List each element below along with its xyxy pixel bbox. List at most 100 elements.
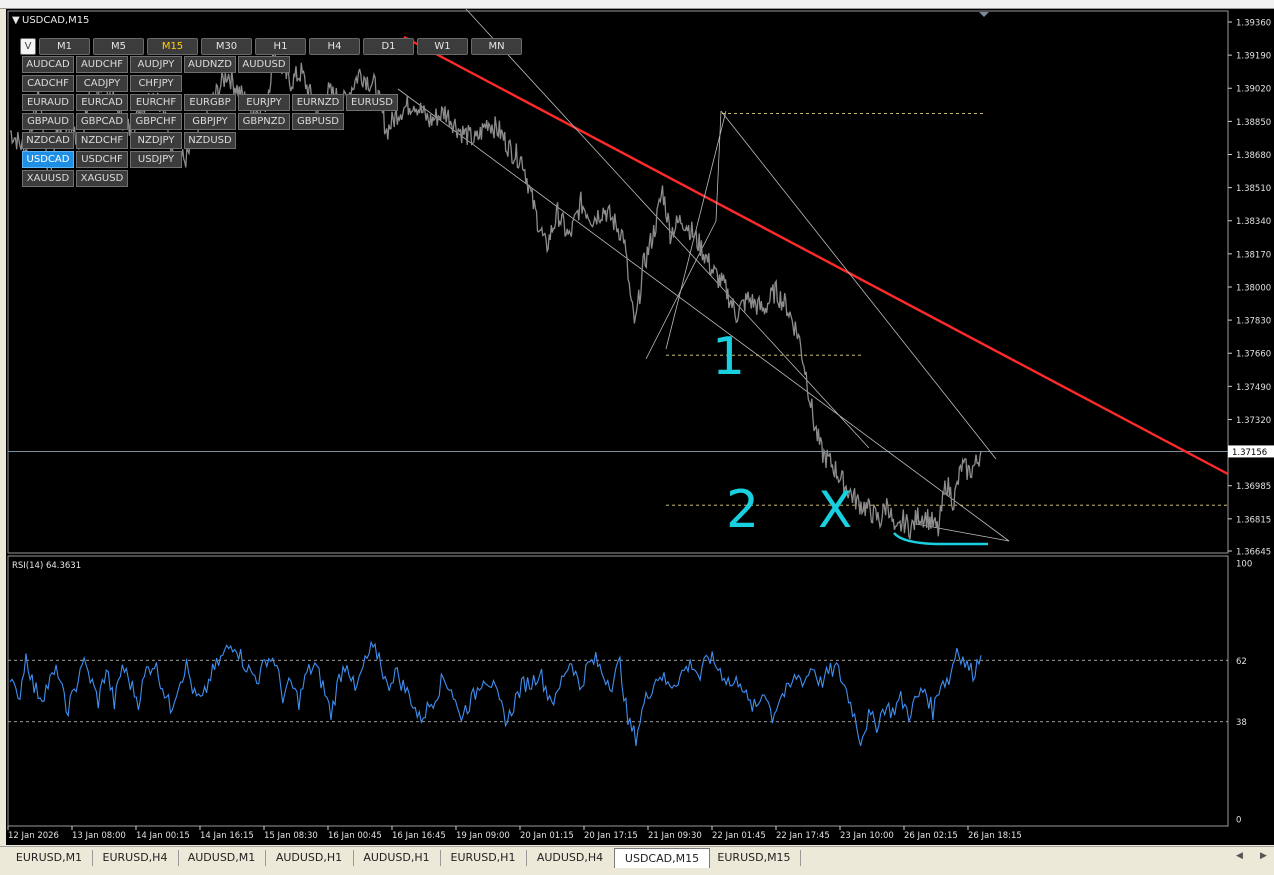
time-tick-label: 20 Jan 01:15 xyxy=(520,831,574,841)
price-tick-label: 1.37660 xyxy=(1236,350,1271,360)
chart-tab[interactable]: EURUSD,H1 xyxy=(440,850,527,866)
symbol-button-gbpusd[interactable]: GBPUSD xyxy=(292,113,344,130)
symbol-button-chfjpy[interactable]: CHFJPY xyxy=(130,75,182,92)
chart-tab[interactable]: EURUSD,M15 xyxy=(708,850,801,866)
chart-tab[interactable]: AUDUSD,H4 xyxy=(526,850,615,866)
symbol-button-gbpjpy[interactable]: GBPJPY xyxy=(184,113,236,130)
annotation-1: 1 xyxy=(712,327,745,387)
price-tick-label: 1.38000 xyxy=(1236,283,1271,293)
timeframe-bar: V M1 M5 M15 M30 H1 H4 D1 W1 MN xyxy=(20,38,522,55)
current-price-label: 1.37156 xyxy=(1232,448,1267,458)
annotation-x: X xyxy=(818,481,852,539)
timeframe-button-mn[interactable]: MN xyxy=(471,38,522,55)
symbol-button-eurcad[interactable]: EURCAD xyxy=(76,94,128,111)
rsi-tick-label: 100 xyxy=(1236,560,1252,570)
symbol-button-nzdchf[interactable]: NZDCHF xyxy=(76,132,128,149)
timeframe-button-m5[interactable]: M5 xyxy=(93,38,144,55)
time-tick-label: 19 Jan 09:00 xyxy=(456,831,510,841)
symbol-button-usdchf[interactable]: USDCHF xyxy=(76,151,128,168)
price-tick-label: 1.39190 xyxy=(1236,52,1271,62)
rsi-label: RSI(14) 64.3631 xyxy=(12,561,81,571)
price-tick-label: 1.36815 xyxy=(1236,515,1271,525)
symbol-button-eurchf[interactable]: EURCHF xyxy=(130,94,182,111)
price-tick-label: 1.38510 xyxy=(1236,184,1271,194)
symbol-button-audjpy[interactable]: AUDJPY xyxy=(130,56,182,73)
symbol-button-audcad[interactable]: AUDCAD xyxy=(22,56,74,73)
timeframe-button-h1[interactable]: H1 xyxy=(255,38,306,55)
symbol-grid: AUDCAD AUDCHF AUDJPY AUDNZD AUDUSD CADCHF CADJ… xyxy=(22,56,402,189)
chart-tab[interactable]: USDCAD,M15 xyxy=(614,848,710,868)
time-tick-label: 13 Jan 08:00 xyxy=(72,831,126,841)
chart-tab[interactable]: AUDUSD,H1 xyxy=(265,850,354,866)
symbol-button-eurgbp[interactable]: EURGBP xyxy=(184,94,236,111)
price-tick-label: 1.39360 xyxy=(1236,19,1271,29)
timeframe-button-m30[interactable]: M30 xyxy=(201,38,252,55)
symbol-button-nzdjpy[interactable]: NZDJPY xyxy=(130,132,182,149)
tab-scroll-right-icon[interactable]: ▶ xyxy=(1260,851,1267,861)
symbol-button-audnzd[interactable]: AUDNZD xyxy=(184,56,236,73)
timeframe-button-m15[interactable]: M15 xyxy=(147,38,198,55)
symbol-row: CADCHF CADJPY CHFJPY xyxy=(22,75,402,92)
rsi-tick-label: 38 xyxy=(1236,718,1247,728)
symbol-row: AUDCAD AUDCHF AUDJPY AUDNZD AUDUSD xyxy=(22,56,402,73)
chart-title: USDCAD,M15 xyxy=(22,15,89,26)
symbol-button-euraud[interactable]: EURAUD xyxy=(22,94,74,111)
toolbar-strip xyxy=(0,0,1274,9)
symbol-button-gbpnzd[interactable]: GBPNZD xyxy=(238,113,290,130)
collapse-toolbar-button[interactable]: V xyxy=(20,38,36,55)
symbol-button-audchf[interactable]: AUDCHF xyxy=(76,56,128,73)
chart-tab[interactable]: AUDUSD,H1 xyxy=(353,850,441,866)
time-tick-label: 20 Jan 17:15 xyxy=(584,831,638,841)
time-tick-label: 26 Jan 18:15 xyxy=(968,831,1022,841)
price-tick-label: 1.38680 xyxy=(1236,151,1271,161)
symbol-button-nzdusd[interactable]: NZDUSD xyxy=(184,132,236,149)
symbol-button-eurnzd[interactable]: EURNZD xyxy=(292,94,344,111)
time-tick-label: 26 Jan 02:15 xyxy=(904,831,958,841)
price-tick-label: 1.36645 xyxy=(1236,548,1271,558)
symbol-button-xauusd[interactable]: XAUUSD xyxy=(22,170,74,187)
price-tick-label: 1.39020 xyxy=(1236,85,1271,95)
symbol-row: EURAUD EURCAD EURCHF EURGBP EURJPY EURNZD EURU… xyxy=(22,94,402,111)
symbol-button-cadchf[interactable]: CADCHF xyxy=(22,75,74,92)
rsi-tick-label: 0 xyxy=(1236,816,1241,826)
timeframe-button-m1[interactable]: M1 xyxy=(39,38,90,55)
price-tick-label: 1.36985 xyxy=(1236,482,1271,492)
symbol-button-eurusd[interactable]: EURUSD xyxy=(346,94,398,111)
time-tick-label: 14 Jan 00:15 xyxy=(136,831,190,841)
symbol-button-eurjpy[interactable]: EURJPY xyxy=(238,94,290,111)
price-tick-label: 1.37490 xyxy=(1236,383,1271,393)
symbol-button-gbpchf[interactable]: GBPCHF xyxy=(130,113,182,130)
price-tick-label: 1.38850 xyxy=(1236,118,1271,128)
timeframe-button-h4[interactable]: H4 xyxy=(309,38,360,55)
chart-tab[interactable]: EURUSD,M1 xyxy=(6,850,93,866)
time-tick-label: 12 Jan 2026 xyxy=(8,831,59,841)
chart-tab[interactable]: AUDUSD,M1 xyxy=(178,850,266,866)
symbol-row: GBPAUD GBPCAD GBPCHF GBPJPY GBPNZD GBPUSD xyxy=(22,113,402,130)
time-tick-label: 21 Jan 09:30 xyxy=(648,831,702,841)
symbol-button-gbpaud[interactable]: GBPAUD xyxy=(22,113,74,130)
time-tick-label: 22 Jan 01:45 xyxy=(712,831,766,841)
symbol-button-audusd[interactable]: AUDUSD xyxy=(238,56,290,73)
time-tick-label: 16 Jan 16:45 xyxy=(392,831,446,841)
symbol-row: NZDCAD NZDCHF NZDJPY NZDUSD xyxy=(22,132,402,149)
symbol-button-usdcad[interactable]: USDCAD xyxy=(22,151,74,168)
price-tick-label: 1.38170 xyxy=(1236,250,1271,260)
symbol-button-cadjpy[interactable]: CADJPY xyxy=(76,75,128,92)
symbol-button-xagusd[interactable]: XAGUSD xyxy=(76,170,128,187)
time-tick-label: 22 Jan 17:45 xyxy=(776,831,830,841)
window-collapse-icon[interactable]: ▼ xyxy=(12,15,20,26)
timeframe-button-d1[interactable]: D1 xyxy=(363,38,414,55)
chart-tab[interactable]: EURUSD,H4 xyxy=(92,850,179,866)
symbol-button-nzdcad[interactable]: NZDCAD xyxy=(22,132,74,149)
price-tick-label: 1.37830 xyxy=(1236,317,1271,327)
tab-scroll-left-icon[interactable]: ◀ xyxy=(1236,851,1243,861)
time-tick-label: 14 Jan 16:15 xyxy=(200,831,254,841)
time-tick-label: 23 Jan 10:00 xyxy=(840,831,894,841)
price-tick-label: 1.37320 xyxy=(1236,416,1271,426)
symbol-button-usdjpy[interactable]: USDJPY xyxy=(130,151,182,168)
chart-window: 1.39360 1.39190 1.39020 1.38850 1.38680 1.385… xyxy=(6,8,1274,845)
timeframe-button-w1[interactable]: W1 xyxy=(417,38,468,55)
symbol-button-gbpcad[interactable]: GBPCAD xyxy=(76,113,128,130)
annotation-2: 2 xyxy=(726,480,759,540)
rsi-tick-label: 62 xyxy=(1236,657,1247,667)
